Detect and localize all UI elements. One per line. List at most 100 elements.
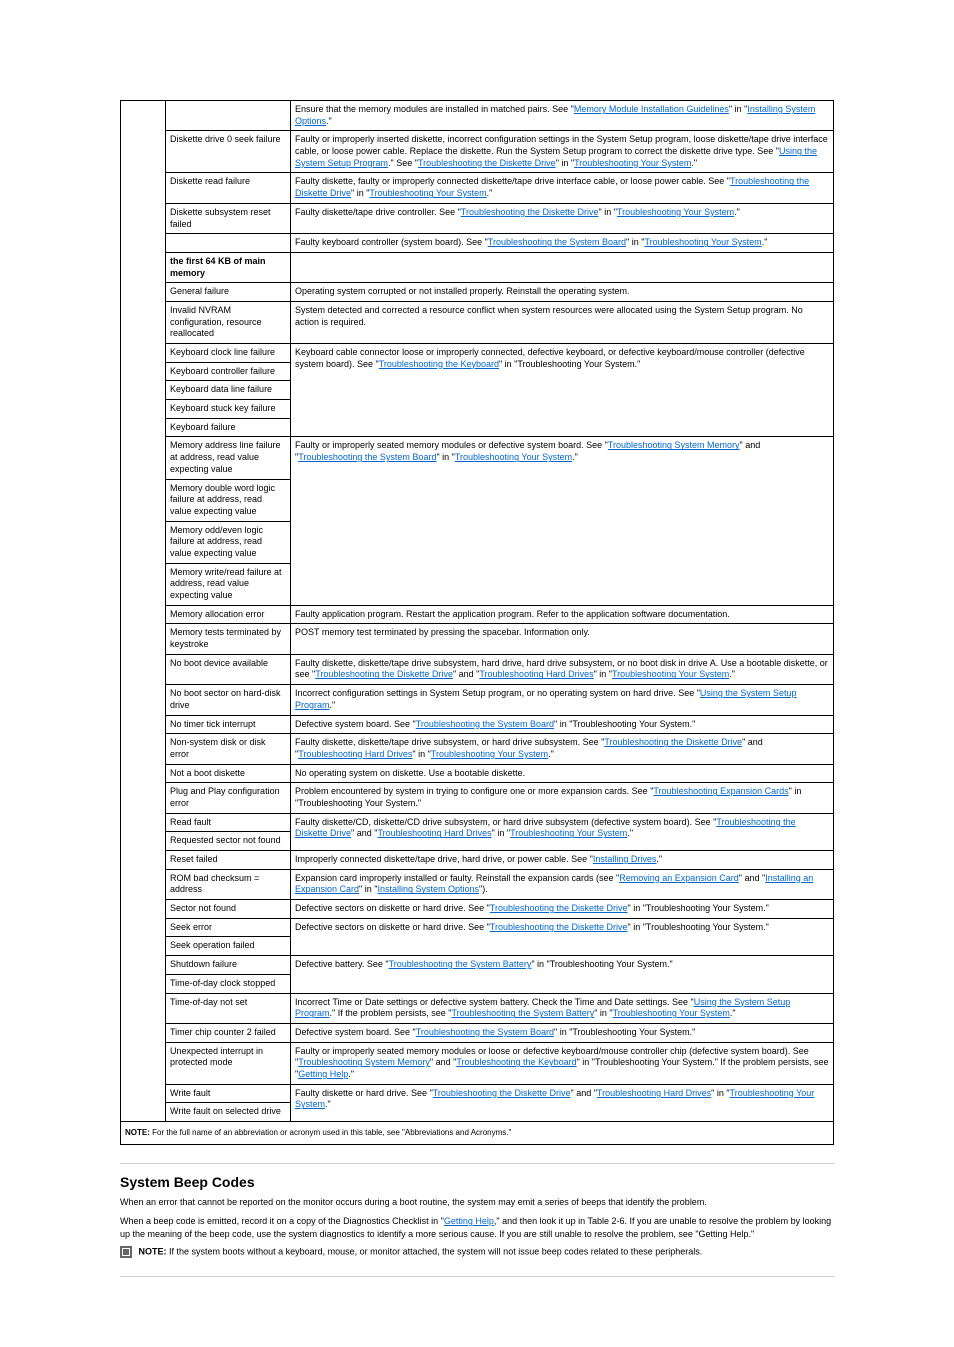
page: Ensure that the memory modules are insta… xyxy=(0,0,954,1347)
col-message: Requested sector not found xyxy=(166,832,291,851)
table-row: No boot sector on hard-disk driveIncorre… xyxy=(121,685,834,715)
col-message: Memory odd/even logic failure at address… xyxy=(166,521,291,563)
col-message: the first 64 KB of main memory xyxy=(166,252,291,282)
table-row: Invalid NVRAM configuration, resource re… xyxy=(121,301,834,343)
doc-link[interactable]: Troubleshooting the System Battery xyxy=(389,959,532,969)
doc-link[interactable]: Troubleshooting the System Board xyxy=(416,1027,554,1037)
doc-link[interactable]: Troubleshooting Hard Drives xyxy=(597,1088,711,1098)
doc-link[interactable]: Troubleshooting Your System xyxy=(369,188,486,198)
doc-link[interactable]: Troubleshooting the Diskette Drive xyxy=(433,1088,571,1098)
divider xyxy=(120,1276,834,1277)
doc-link[interactable]: Troubleshooting the Diskette Drive xyxy=(490,903,628,913)
doc-link[interactable]: Troubleshooting Your System xyxy=(613,1008,730,1018)
doc-link[interactable]: Troubleshooting the Diskette Drive xyxy=(604,737,742,747)
doc-link[interactable]: Troubleshooting the System Battery xyxy=(451,1008,594,1018)
doc-link[interactable]: Memory Module Installation Guidelines xyxy=(574,104,729,114)
col-message: Diskette read failure xyxy=(166,173,291,203)
col-message: Write fault on selected drive xyxy=(166,1103,291,1122)
col-message: Seek error xyxy=(166,918,291,937)
doc-link[interactable]: Troubleshooting the Diskette Drive xyxy=(490,922,628,932)
doc-link[interactable]: Troubleshooting Hard Drives xyxy=(377,828,491,838)
table-row: Ensure that the memory modules are insta… xyxy=(121,101,834,131)
col-cause: Faulty or improperly seated memory modul… xyxy=(291,1042,834,1084)
col-cause: Faulty diskette, diskette/tape drive sub… xyxy=(291,734,834,764)
table-row: Plug and Play configuration errorProblem… xyxy=(121,783,834,813)
col-cause: Faulty application program. Restart the … xyxy=(291,605,834,624)
col-cause: Faulty or improperly inserted diskette, … xyxy=(291,131,834,173)
col-message: General failure xyxy=(166,283,291,302)
table-row: Unexpected interrupt in protected modeFa… xyxy=(121,1042,834,1084)
table-row: Non-system disk or disk errorFaulty disk… xyxy=(121,734,834,764)
col-cause: Improperly connected diskette/tape drive… xyxy=(291,851,834,870)
col-cause: System detected and corrected a resource… xyxy=(291,301,834,343)
doc-link[interactable]: Using the System Setup Program xyxy=(295,146,817,168)
col-message: Reset failed xyxy=(166,851,291,870)
table-row: Reset failedImproperly connected diskett… xyxy=(121,851,834,870)
col-cause: Defective sectors on diskette or hard dr… xyxy=(291,918,834,955)
doc-link[interactable]: Troubleshooting the Keyboard xyxy=(379,359,499,369)
col-message xyxy=(166,101,291,131)
doc-link[interactable]: Troubleshooting the Diskette Drive xyxy=(461,207,599,217)
table-row: No timer tick interruptDefective system … xyxy=(121,715,834,734)
col-message: Memory tests terminated by keystroke xyxy=(166,624,291,654)
table-row: Sector not foundDefective sectors on dis… xyxy=(121,900,834,919)
doc-link[interactable]: Troubleshooting Your System xyxy=(612,669,729,679)
table-row: Keyboard clock line failureKeyboard cabl… xyxy=(121,344,834,363)
doc-link[interactable]: Installing Drives xyxy=(593,854,657,864)
table-row: Memory tests terminated by keystrokePOST… xyxy=(121,624,834,654)
doc-link[interactable]: Troubleshooting the System Board xyxy=(488,237,626,247)
col-cause: Operating system corrupted or not instal… xyxy=(291,283,834,302)
col-cause: Defective system board. See "Troubleshoo… xyxy=(291,1023,834,1042)
section-paragraph-2: When a beep code is emitted, record it o… xyxy=(120,1215,834,1240)
doc-link[interactable]: Troubleshooting the Keyboard xyxy=(456,1057,576,1067)
section-heading: System Beep Codes xyxy=(120,1174,834,1190)
col-message: Read fault xyxy=(166,813,291,832)
doc-link[interactable]: Troubleshooting System Memory xyxy=(608,440,740,450)
col-message: Invalid NVRAM configuration, resource re… xyxy=(166,301,291,343)
col-message: Keyboard controller failure xyxy=(166,362,291,381)
col-message: No boot device available xyxy=(166,654,291,684)
doc-link[interactable]: Troubleshooting Expansion Cards xyxy=(653,786,788,796)
messages-table: Ensure that the memory modules are insta… xyxy=(120,100,834,1145)
doc-link[interactable]: Installing System Options xyxy=(377,884,479,894)
doc-link[interactable]: Troubleshooting Your System xyxy=(574,158,691,168)
col-cause: Faulty diskette or hard drive. See "Trou… xyxy=(291,1084,834,1121)
getting-help-link[interactable]: Getting Help xyxy=(444,1216,494,1226)
col-message: Unexpected interrupt in protected mode xyxy=(166,1042,291,1084)
col-message: ROM bad checksum = address xyxy=(166,869,291,899)
col-message: Timer chip counter 2 failed xyxy=(166,1023,291,1042)
col-message: Time-of-day not set xyxy=(166,993,291,1023)
table-row: Shutdown failureDefective battery. See "… xyxy=(121,956,834,975)
doc-link[interactable]: Troubleshooting the Diskette Drive xyxy=(418,158,556,168)
doc-link[interactable]: Troubleshooting the Diskette Drive xyxy=(315,669,453,679)
table-row: No boot device availableFaulty diskette,… xyxy=(121,654,834,684)
col-message: Memory address line failure at address, … xyxy=(166,437,291,479)
table-row: Read faultFaulty diskette/CD, diskette/C… xyxy=(121,813,834,832)
section-paragraph-1: When an error that cannot be reported on… xyxy=(120,1196,834,1209)
col-message: Diskette drive 0 seek failure xyxy=(166,131,291,173)
table-note: NOTE: For the full name of an abbreviati… xyxy=(121,1122,834,1145)
doc-link[interactable]: Troubleshooting Your System xyxy=(455,452,572,462)
doc-link[interactable]: Troubleshooting Your System xyxy=(510,828,627,838)
doc-link[interactable]: Installing System Options xyxy=(295,104,815,126)
table-row: Faulty keyboard controller (system board… xyxy=(121,234,834,253)
doc-link[interactable]: Troubleshooting the System Board xyxy=(416,719,554,729)
doc-link[interactable]: Troubleshooting Hard Drives xyxy=(479,669,593,679)
doc-link[interactable]: Troubleshooting Your System xyxy=(431,749,548,759)
doc-link[interactable]: Troubleshooting the System Board xyxy=(298,452,436,462)
doc-link[interactable]: Troubleshooting Your System xyxy=(644,237,761,247)
col-code xyxy=(121,101,166,1122)
doc-link[interactable]: Removing an Expansion Card xyxy=(619,873,739,883)
doc-link[interactable]: Troubleshooting Your System xyxy=(617,207,734,217)
col-cause: Defective system board. See "Troubleshoo… xyxy=(291,715,834,734)
table-row: Memory address line failure at address, … xyxy=(121,437,834,479)
col-cause: Faulty keyboard controller (system board… xyxy=(291,234,834,253)
doc-link[interactable]: Using the System Setup Program xyxy=(295,688,796,710)
col-message xyxy=(166,234,291,253)
doc-link[interactable]: Troubleshooting System Memory xyxy=(298,1057,430,1067)
col-message: Keyboard clock line failure xyxy=(166,344,291,363)
table-note-row: NOTE: For the full name of an abbreviati… xyxy=(121,1122,834,1145)
doc-link[interactable]: Troubleshooting Hard Drives xyxy=(298,749,412,759)
doc-link[interactable]: Getting Help xyxy=(298,1069,348,1079)
table-row: Not a boot disketteNo operating system o… xyxy=(121,764,834,783)
